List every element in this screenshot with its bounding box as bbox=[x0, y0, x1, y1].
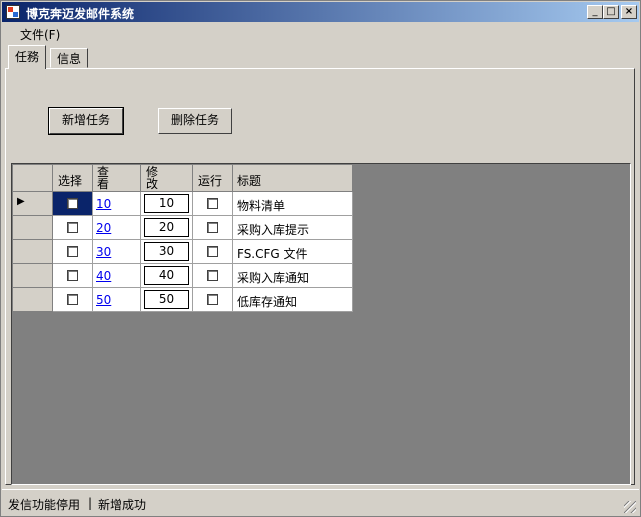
modify-input-5[interactable]: 50 bbox=[144, 290, 189, 309]
modify-input-3[interactable]: 30 bbox=[144, 242, 189, 261]
row-header-4[interactable] bbox=[13, 264, 53, 288]
title-cell-5[interactable]: 低库存通知 bbox=[233, 288, 353, 312]
column-header-label: 运行 bbox=[198, 174, 223, 188]
add-task-button[interactable]: 新增任务 bbox=[48, 107, 124, 135]
row-header-1[interactable]: ▶ bbox=[13, 192, 53, 216]
title-bar[interactable]: 博克奔迈发邮件系统 _ □ × bbox=[2, 2, 639, 22]
modify-input-2[interactable]: 20 bbox=[144, 218, 189, 237]
run-checkbox-3[interactable] bbox=[207, 246, 218, 257]
current-row-arrow-icon: ▶ bbox=[17, 196, 25, 207]
view-link-5[interactable]: 50 bbox=[96, 293, 111, 307]
tab-strip: 任務 信息 bbox=[2, 45, 639, 69]
select-checkbox-1[interactable] bbox=[67, 198, 78, 209]
app-icon bbox=[6, 5, 20, 19]
column-header-label: 标题 bbox=[237, 174, 262, 188]
select-cell-1[interactable] bbox=[53, 192, 93, 216]
title-text: 采购入库提示 bbox=[237, 223, 310, 237]
title-text: 物料清单 bbox=[237, 199, 286, 213]
run-checkbox-2[interactable] bbox=[207, 222, 218, 233]
view-link-4[interactable]: 40 bbox=[96, 269, 111, 283]
view-cell-5: 50 bbox=[93, 288, 141, 312]
modify-cell-1: 10 bbox=[141, 192, 193, 216]
grid-corner-header bbox=[13, 165, 53, 192]
title-cell-2[interactable]: 采购入库提示 bbox=[233, 216, 353, 240]
column-header-label: 查看 bbox=[97, 165, 110, 191]
view-link-1[interactable]: 10 bbox=[96, 197, 111, 211]
title-cell-3[interactable]: FS.CFG 文件 bbox=[233, 240, 353, 264]
select-checkbox-2[interactable] bbox=[67, 222, 78, 233]
column-header-title[interactable]: 标题 bbox=[233, 165, 353, 192]
run-checkbox-5[interactable] bbox=[207, 294, 218, 305]
run-cell-1 bbox=[193, 192, 233, 216]
run-cell-2 bbox=[193, 216, 233, 240]
menu-bar: 文件(F) bbox=[2, 23, 639, 43]
view-cell-4: 40 bbox=[93, 264, 141, 288]
tab-tasks[interactable]: 任務 bbox=[8, 45, 47, 69]
modify-cell-2: 20 bbox=[141, 216, 193, 240]
tab-info[interactable]: 信息 bbox=[50, 48, 89, 68]
delete-task-button[interactable]: 删除任务 bbox=[158, 108, 232, 134]
menu-file[interactable]: 文件(F) bbox=[20, 26, 60, 43]
row-header-5[interactable] bbox=[13, 288, 53, 312]
run-cell-5 bbox=[193, 288, 233, 312]
select-checkbox-3[interactable] bbox=[67, 246, 78, 257]
modify-input-1[interactable]: 10 bbox=[144, 194, 189, 213]
title-text: 采购入库通知 bbox=[237, 271, 310, 285]
select-checkbox-4[interactable] bbox=[67, 270, 78, 281]
close-button[interactable]: × bbox=[621, 5, 637, 19]
run-checkbox-4[interactable] bbox=[207, 270, 218, 281]
column-header-run[interactable]: 运行 bbox=[193, 165, 233, 192]
status-bar: 发信功能停用 | 新增成功 bbox=[2, 489, 639, 516]
modify-cell-5: 50 bbox=[141, 288, 193, 312]
row-header-3[interactable] bbox=[13, 240, 53, 264]
view-link-3[interactable]: 30 bbox=[96, 245, 111, 259]
status-sending: 发信功能停用 bbox=[8, 498, 81, 512]
title-cell-4[interactable]: 采购入库通知 bbox=[233, 264, 353, 288]
view-cell-1: 10 bbox=[93, 192, 141, 216]
column-header-label: 选择 bbox=[58, 174, 83, 188]
select-cell-3[interactable] bbox=[53, 240, 93, 264]
column-header-select[interactable]: 选择 bbox=[53, 165, 93, 192]
column-header-view[interactable]: 查看 bbox=[93, 165, 141, 192]
view-link-2[interactable]: 20 bbox=[96, 221, 111, 235]
status-message: 新增成功 bbox=[98, 498, 147, 512]
select-cell-2[interactable] bbox=[53, 216, 93, 240]
view-cell-3: 30 bbox=[93, 240, 141, 264]
modify-cell-4: 40 bbox=[141, 264, 193, 288]
task-grid[interactable]: 选择 查看 修改 运行 标题 ▶ 10 10 物料清单 20 20 采购入库提示… bbox=[11, 163, 631, 485]
title-text: FS.CFG 文件 bbox=[237, 247, 308, 261]
status-separator: | bbox=[88, 496, 93, 510]
run-cell-3 bbox=[193, 240, 233, 264]
column-header-label: 修改 bbox=[146, 165, 159, 191]
title-cell-1[interactable]: 物料清单 bbox=[233, 192, 353, 216]
run-cell-4 bbox=[193, 264, 233, 288]
row-header-2[interactable] bbox=[13, 216, 53, 240]
view-cell-2: 20 bbox=[93, 216, 141, 240]
run-checkbox-1[interactable] bbox=[207, 198, 218, 209]
select-cell-4[interactable] bbox=[53, 264, 93, 288]
maximize-button[interactable]: □ bbox=[603, 5, 619, 19]
select-cell-5[interactable] bbox=[53, 288, 93, 312]
window-title: 博克奔迈发邮件系统 bbox=[26, 7, 135, 21]
modify-cell-3: 30 bbox=[141, 240, 193, 264]
select-checkbox-5[interactable] bbox=[67, 294, 78, 305]
main-window: 博克奔迈发邮件系统 _ □ × 文件(F) 任務 信息 新增任务 删除任务 选择… bbox=[0, 0, 641, 517]
title-text: 低库存通知 bbox=[237, 295, 298, 309]
column-header-modify[interactable]: 修改 bbox=[141, 165, 193, 192]
modify-input-4[interactable]: 40 bbox=[144, 266, 189, 285]
minimize-button[interactable]: _ bbox=[587, 5, 603, 19]
resize-grip-icon[interactable] bbox=[624, 501, 636, 513]
